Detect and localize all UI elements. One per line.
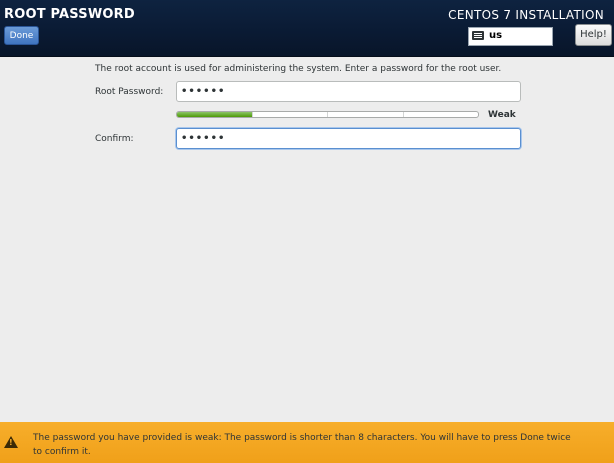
keyboard-layout-indicator[interactable]: us — [468, 27, 553, 46]
strength-divider — [403, 112, 404, 117]
warning-message: The password you have provided is weak: … — [33, 431, 608, 459]
strength-divider — [327, 112, 328, 117]
header-bar: ROOT PASSWORD Done CENTOS 7 INSTALLATION… — [0, 0, 614, 57]
warning-message-line: to confirm it. — [33, 447, 91, 457]
warning-icon — [4, 436, 18, 448]
done-button[interactable]: Done — [4, 26, 39, 45]
warning-message-line: The password you have provided is weak: … — [33, 433, 571, 443]
root-password-input[interactable]: •••••• — [176, 81, 521, 102]
password-strength-bar — [176, 111, 479, 118]
warning-bar: The password you have provided is weak: … — [0, 422, 614, 463]
installer-title: CENTOS 7 INSTALLATION — [448, 8, 604, 22]
keyboard-layout-label: us — [489, 30, 503, 41]
password-strength-fill — [177, 112, 253, 117]
root-account-description: The root account is used for administeri… — [95, 64, 502, 74]
confirm-password-label: Confirm: — [95, 134, 134, 144]
help-button[interactable]: Help! — [575, 24, 612, 46]
strength-divider — [252, 112, 253, 117]
page-title: ROOT PASSWORD — [4, 7, 135, 22]
confirm-password-input[interactable]: •••••• — [176, 128, 521, 149]
root-password-label: Root Password: — [95, 87, 164, 97]
keyboard-icon — [472, 31, 484, 40]
password-strength-label: Weak — [488, 110, 516, 120]
